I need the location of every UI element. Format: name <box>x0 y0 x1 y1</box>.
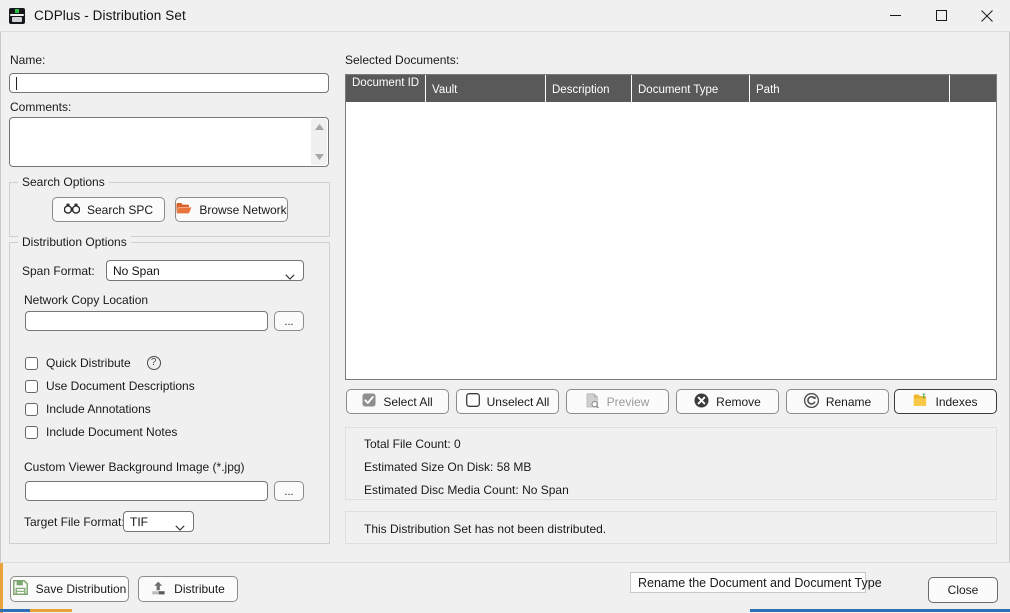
close-button[interactable]: Close <box>928 577 998 603</box>
folder-open-icon <box>176 202 192 217</box>
quick-distribute-checkbox[interactable] <box>25 356 38 370</box>
column-header-document-type[interactable]: Document Type <box>632 75 750 102</box>
status-message: This Distribution Set has not been distr… <box>364 522 607 536</box>
name-label: Name: <box>10 53 46 67</box>
distribution-options-title: Distribution Options <box>18 235 131 249</box>
include-annotations-checkbox[interactable] <box>25 402 38 416</box>
remove-button[interactable]: Remove <box>676 389 779 414</box>
accent-left-stripe <box>0 563 3 613</box>
include-document-notes-label: Include Document Notes <box>46 425 178 439</box>
save-distribution-label: Save Distribution <box>35 582 127 596</box>
window-body: Name: Comments: Search Options Search SP… <box>0 31 1010 563</box>
use-document-descriptions-checkbox-row[interactable]: Use Document Descriptions <box>25 379 195 393</box>
chevron-down-icon <box>175 520 185 534</box>
estimated-size-text: Estimated Size On Disk: 58 MB <box>364 460 532 474</box>
search-options-title: Search Options <box>18 175 109 189</box>
minimize-icon[interactable] <box>872 0 918 31</box>
distribute-button[interactable]: Distribute <box>138 576 238 602</box>
document-search-icon <box>586 392 600 411</box>
quick-distribute-label: Quick Distribute <box>46 356 131 370</box>
span-format-label: Span Format: <box>22 264 95 278</box>
search-spc-button[interactable]: Search SPC <box>52 197 165 222</box>
column-header-description[interactable]: Description <box>546 75 632 102</box>
maximize-icon[interactable] <box>918 0 964 31</box>
distribute-label: Distribute <box>174 582 225 596</box>
include-document-notes-checkbox-row[interactable]: Include Document Notes <box>25 425 177 439</box>
selected-documents-label: Selected Documents: <box>345 53 460 67</box>
column-header-path[interactable]: Path <box>750 75 950 102</box>
title-bar: CDPlus - Distribution Set <box>0 0 1010 31</box>
name-input-caret <box>16 76 17 90</box>
preview-button[interactable]: Preview <box>566 389 669 414</box>
close-icon[interactable] <box>964 0 1010 31</box>
use-document-descriptions-checkbox[interactable] <box>25 379 38 393</box>
unselect-all-label: Unselect All <box>486 394 550 409</box>
scroll-up-icon[interactable] <box>311 119 327 135</box>
rename-label: Rename <box>825 394 872 409</box>
folder-index-icon <box>913 393 928 410</box>
select-all-label: Select All <box>383 394 433 409</box>
checkbox-checked-icon <box>362 393 376 410</box>
network-copy-browse-button[interactable]: ... <box>274 311 304 331</box>
floppy-save-icon <box>12 580 28 598</box>
span-format-select[interactable]: No Span <box>106 260 304 281</box>
upload-icon <box>151 581 166 598</box>
select-all-button[interactable]: Select All <box>346 389 449 414</box>
selected-documents-table[interactable]: Document ID Vault Description Document T… <box>345 74 997 380</box>
unselect-all-button[interactable]: Unselect All <box>456 389 559 414</box>
include-annotations-checkbox-row[interactable]: Include Annotations <box>25 402 151 416</box>
use-document-descriptions-label: Use Document Descriptions <box>46 379 195 393</box>
scroll-down-icon[interactable] <box>311 149 327 165</box>
rename-tooltip: Rename the Document and Document Type <box>630 572 882 593</box>
target-format-select[interactable]: TIF <box>123 511 194 532</box>
custom-bg-browse-button[interactable]: ... <box>274 481 304 501</box>
browse-network-button[interactable]: Browse Network <box>175 197 288 222</box>
table-header-row: Document ID Vault Description Document T… <box>346 75 996 102</box>
window-controls <box>872 0 1010 31</box>
span-format-value: No Span <box>113 263 160 278</box>
network-copy-browse-label: ... <box>284 316 294 328</box>
preview-label: Preview <box>606 394 650 409</box>
target-format-label: Target File Format: <box>24 515 125 529</box>
window-title: CDPlus - Distribution Set <box>34 8 186 23</box>
close-button-label: Close <box>947 583 979 597</box>
binoculars-icon <box>63 203 81 217</box>
remove-label: Remove <box>716 394 761 409</box>
summary-panel: Total File Count: 0 Estimated Size On Di… <box>345 427 997 500</box>
indexes-button[interactable]: Indexes <box>894 389 997 414</box>
circle-refresh-icon <box>803 392 819 411</box>
custom-bg-label: Custom Viewer Background Image (*.jpg) <box>24 460 245 474</box>
table-body[interactable] <box>346 102 996 379</box>
footer-bar: Save Distribution Distribute Rename the … <box>0 562 1010 613</box>
status-panel: This Distribution Set has not been distr… <box>345 511 997 544</box>
comments-label: Comments: <box>10 100 72 114</box>
target-format-value: TIF <box>130 514 148 529</box>
network-copy-label: Network Copy Location <box>24 293 149 307</box>
checkbox-empty-icon <box>465 393 480 410</box>
search-spc-label: Search SPC <box>86 202 154 217</box>
column-header-extra[interactable] <box>950 75 997 102</box>
estimated-media-count-text: Estimated Disc Media Count: No Span <box>364 483 569 497</box>
rename-button[interactable]: Rename <box>786 389 889 414</box>
custom-bg-input[interactable] <box>25 481 268 501</box>
comments-scrollbar[interactable] <box>311 119 327 165</box>
comments-input[interactable] <box>9 117 329 167</box>
help-icon[interactable]: ? <box>146 356 161 370</box>
name-input[interactable] <box>9 73 329 93</box>
network-copy-input[interactable] <box>25 311 268 331</box>
save-distribution-button[interactable]: Save Distribution <box>10 576 129 602</box>
indexes-label: Indexes <box>935 394 978 409</box>
column-header-vault[interactable]: Vault <box>426 75 546 102</box>
include-annotations-label: Include Annotations <box>46 402 151 416</box>
cdplus-app-icon <box>9 7 25 24</box>
circle-x-icon <box>694 393 709 411</box>
total-file-count-text: Total File Count: 0 <box>364 437 461 451</box>
browse-network-label: Browse Network <box>199 202 287 217</box>
left-frame-divider <box>0 32 1 563</box>
quick-distribute-checkbox-row[interactable]: Quick Distribute ? <box>25 356 161 370</box>
include-document-notes-checkbox[interactable] <box>25 425 38 439</box>
column-header-document-id[interactable]: Document ID <box>346 75 426 102</box>
custom-bg-browse-label: ... <box>284 486 294 498</box>
chevron-down-icon <box>285 269 295 283</box>
